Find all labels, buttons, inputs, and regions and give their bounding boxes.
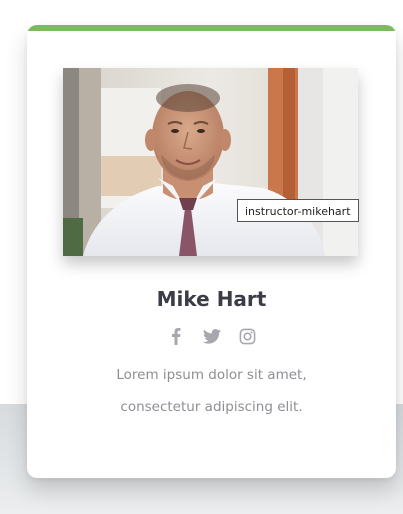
instructor-name: Mike Hart — [156, 287, 267, 311]
instagram-icon[interactable] — [239, 327, 257, 345]
instructor-description: Lorem ipsum dolor sit amet, consectetur … — [27, 359, 396, 423]
description-line-1: Lorem ipsum dolor sit amet, — [116, 367, 307, 383]
twitter-icon[interactable] — [202, 327, 221, 345]
photo-tooltip: instructor-mikehart — [237, 199, 359, 222]
instructor-photo — [63, 68, 358, 256]
card-accent-bar — [27, 25, 396, 31]
instructor-card: instructor-mikehart Mike Hart Lorem ipsu… — [27, 25, 396, 478]
social-links — [27, 327, 396, 345]
description-line-2: consectetur adipiscing elit. — [120, 399, 303, 415]
facebook-icon[interactable] — [167, 327, 185, 345]
